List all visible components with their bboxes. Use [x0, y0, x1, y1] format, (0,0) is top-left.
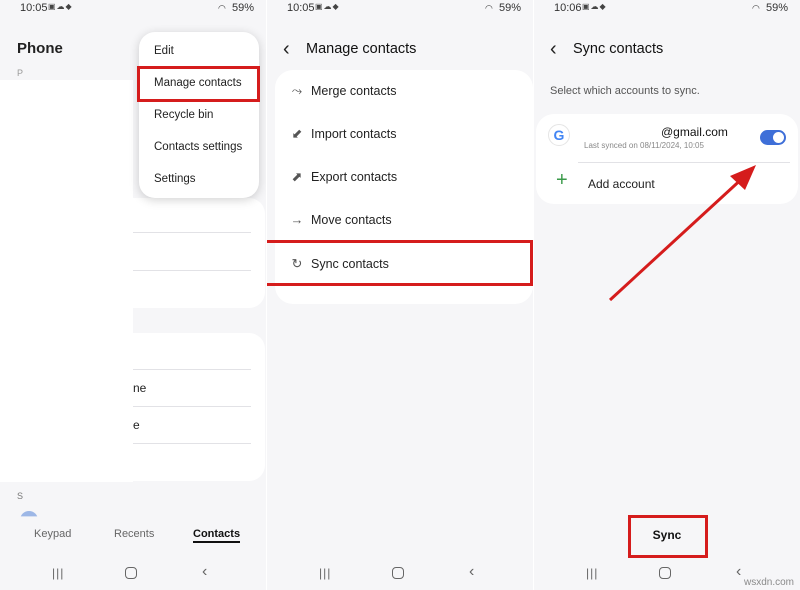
manage-contacts-screen: 10:05 ▣☁◆ ◠ 59% ‹ Manage contacts ⤳ Merg… — [267, 0, 533, 590]
notification-icons: ▣☁◆ — [48, 2, 73, 11]
back-arrow-icon[interactable]: ‹ — [283, 38, 290, 61]
home-nav-icon[interactable] — [659, 567, 671, 579]
sync-contacts-screen: 10:06 ▣☁◆ ◠ 59% ‹ Sync contacts Select w… — [534, 0, 800, 590]
battery-level: 59% — [231, 2, 254, 14]
option-export-contacts[interactable]: ⬈ Export contacts — [275, 156, 533, 199]
back-nav-icon[interactable]: ‹ — [469, 563, 474, 581]
divider — [133, 369, 251, 370]
status-bar: 10:05 ▣☁◆ ◠ 59% — [0, 0, 266, 16]
contact-group-card: ne e — [133, 333, 265, 481]
home-nav-icon[interactable] — [125, 567, 137, 579]
option-merge-contacts[interactable]: ⤳ Merge contacts — [275, 70, 533, 113]
status-right: ◠ 59% — [485, 2, 521, 14]
contact-group-card — [133, 198, 265, 308]
redacted-area — [0, 80, 133, 482]
divider — [133, 232, 251, 233]
tab-keypad[interactable]: Keypad — [34, 528, 71, 540]
annotation-arrow — [608, 165, 756, 302]
home-nav-icon[interactable] — [392, 567, 404, 579]
page-title: Manage contacts — [306, 41, 417, 57]
menu-item-recycle-bin[interactable]: Recycle bin — [154, 109, 213, 121]
system-nav-bar: ||| ‹ — [267, 563, 533, 584]
status-bar: 10:05 ▣☁◆ ◠ 59% — [267, 0, 533, 16]
export-icon: ⬈ — [291, 169, 303, 184]
back-nav-icon[interactable]: ‹ — [202, 563, 207, 581]
menu-item-edit[interactable]: Edit — [154, 45, 174, 57]
page-title: Phone — [17, 40, 63, 57]
recents-nav-icon[interactable]: ||| — [52, 566, 64, 580]
contact-row-partial[interactable]: e — [133, 418, 140, 432]
phone-screen: 10:05 ▣☁◆ ◠ 59% Phone P ne e S Edit Mana… — [0, 0, 266, 590]
option-label: Import contacts — [311, 127, 397, 141]
option-label: Move contacts — [311, 213, 392, 227]
option-label: Merge contacts — [311, 84, 397, 98]
status-time: 10:05 — [287, 2, 315, 14]
section-letter: S — [17, 491, 24, 501]
system-nav-bar: ||| ‹ — [0, 563, 266, 584]
status-right: ◠ 59% — [218, 2, 254, 14]
status-time: 10:05 — [20, 2, 48, 14]
notification-icons: ▣☁◆ — [315, 2, 340, 11]
recents-nav-icon[interactable]: ||| — [319, 566, 331, 580]
battery-level: 59% — [498, 2, 521, 14]
arrow-shaft — [608, 173, 748, 302]
menu-item-contacts-settings[interactable]: Contacts settings — [154, 141, 242, 153]
highlight-box — [137, 66, 260, 102]
section-letter: P — [17, 68, 24, 78]
recents-nav-icon[interactable]: ||| — [586, 566, 598, 580]
arrow-right-icon: → — [290, 212, 304, 227]
back-nav-icon[interactable]: ‹ — [736, 563, 741, 581]
tab-contacts[interactable]: Contacts — [193, 528, 241, 543]
tab-recents[interactable]: Recents — [114, 528, 154, 540]
overflow-menu: Edit Manage contacts Recycle bin Contact… — [139, 32, 259, 198]
contact-row-partial[interactable]: ne — [133, 381, 146, 395]
divider — [133, 406, 251, 407]
avatar — [20, 511, 38, 517]
wifi-icon: ◠ — [485, 3, 493, 13]
highlight-box — [628, 515, 708, 558]
option-import-contacts[interactable]: ⬋ Import contacts — [275, 113, 533, 156]
bottom-tab-bar: Keypad Recents Contacts — [0, 528, 266, 548]
watermark: wsxdn.com — [743, 577, 794, 588]
option-label: Export contacts — [311, 170, 398, 184]
option-move-contacts[interactable]: → Move contacts — [275, 199, 533, 242]
merge-icon: ⤳ — [291, 83, 303, 98]
menu-item-settings[interactable]: Settings — [154, 173, 196, 185]
divider — [133, 443, 251, 444]
wifi-icon: ◠ — [218, 3, 226, 13]
divider — [133, 270, 251, 271]
highlight-box — [267, 240, 533, 286]
import-icon: ⬋ — [291, 126, 303, 141]
